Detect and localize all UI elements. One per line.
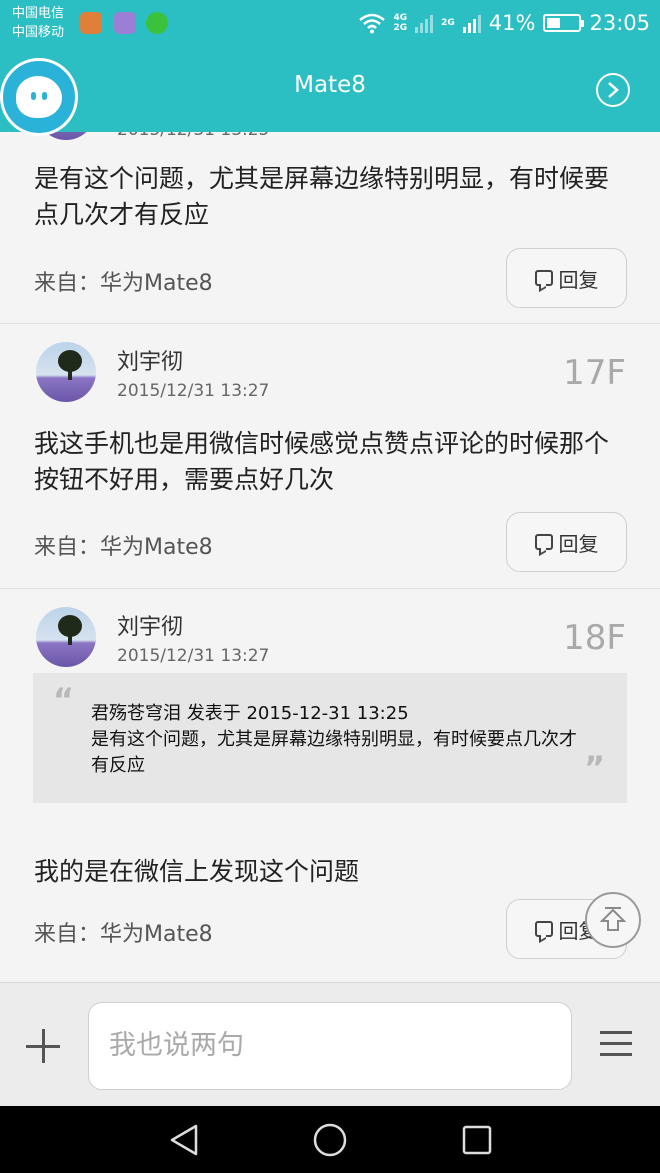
- carrier-1: 中国电信: [12, 6, 65, 21]
- battery-percent: 41%: [488, 11, 536, 35]
- floor-number: 17F: [563, 353, 626, 393]
- page-title: Mate8: [294, 72, 366, 98]
- system-nav-bar: [0, 1106, 660, 1173]
- quote-text: 是有这个问题，尤其是屏幕边缘特别明显，有时候要点几次才有反应: [91, 729, 577, 776]
- carrier-2: 中国移动: [12, 25, 65, 40]
- username[interactable]: 刘宇彻: [117, 609, 183, 641]
- recents-icon[interactable]: [457, 1120, 497, 1160]
- reply-button[interactable]: 回复: [506, 512, 627, 572]
- post-date: 2015/12/31 13:25: [117, 132, 269, 140]
- back-icon[interactable]: [164, 1120, 204, 1160]
- post-item: 刘宇彻 2015/12/31 13:27 17F 我这手机也是用微信时候感觉点赞…: [0, 324, 660, 589]
- plus-icon[interactable]: [26, 1029, 60, 1063]
- thread-content[interactable]: 2015/12/31 13:25 是有这个问题，尤其是屏幕边缘特别明显，有时候要…: [0, 132, 660, 982]
- network-type-1: 4G 2G: [393, 13, 408, 33]
- signal-icon-2: [462, 13, 481, 33]
- home-icon[interactable]: [310, 1120, 350, 1160]
- post-text: 我这手机也是用微信时候感觉点赞点评论的时候那个按钮不好用，需要点好几次: [34, 429, 610, 494]
- battery-icon: [543, 14, 585, 32]
- floor-number: 18F: [563, 618, 626, 658]
- clock: 23:05: [589, 11, 650, 35]
- network-type-2: 2G: [441, 18, 455, 28]
- post-source: 来自：华为Mate8: [34, 535, 213, 560]
- post-date: 2015/12/31 13:27: [117, 646, 270, 666]
- post-item: 2015/12/31 13:25 是有这个问题，尤其是屏幕边缘特别明显，有时候要…: [0, 132, 660, 324]
- reply-bubble-icon: [534, 270, 553, 286]
- quote-block: “ 君殇苍穹泪 发表于 2015-12-31 13:25 是有这个问题，尤其是屏…: [33, 673, 627, 803]
- avatar[interactable]: [36, 342, 96, 402]
- menu-icon[interactable]: [600, 1031, 632, 1057]
- reply-bubble-icon: [534, 534, 553, 550]
- username[interactable]: 刘宇彻: [117, 344, 183, 376]
- app-logo-icon[interactable]: [0, 58, 78, 136]
- post-source: 来自：华为Mate8: [34, 271, 213, 296]
- reply-label: 回复: [558, 267, 599, 292]
- wechat-icon: [146, 12, 168, 34]
- reply-label: 回复: [558, 531, 599, 556]
- status-right: 4G 2G 2G 41% 23:05: [359, 8, 650, 38]
- notification-app-icon: [114, 12, 136, 34]
- quote-header: 君殇苍穹泪 发表于 2015-12-31 13:25: [91, 703, 409, 724]
- status-bar: 中国电信 中国移动 4G 2G 2G 41% 23:05: [0, 0, 660, 46]
- next-circle-icon[interactable]: [596, 73, 630, 107]
- quote-content: 君殇苍穹泪 发表于 2015-12-31 13:25 是有这个问题，尤其是屏幕边…: [91, 701, 581, 779]
- close-quote-icon: ”: [583, 749, 605, 787]
- app-header: Mate8: [0, 46, 660, 136]
- signal-icon-1: [415, 13, 434, 33]
- post-item: 刘宇彻 2015/12/31 13:27 18F “ 君殇苍穹泪 发表于 201…: [0, 589, 660, 982]
- reply-button[interactable]: 回复: [506, 248, 627, 308]
- avatar[interactable]: [36, 607, 96, 667]
- notification-app-icon: [80, 12, 102, 34]
- comment-bar: 我也说两句: [0, 982, 660, 1106]
- post-text: 是有这个问题，尤其是屏幕边缘特别明显，有时候要点几次才有反应: [34, 164, 610, 229]
- scroll-top-icon[interactable]: [585, 892, 641, 948]
- reply-bubble-icon: [534, 921, 553, 937]
- wifi-icon: [359, 13, 386, 34]
- open-quote-icon: “: [53, 681, 75, 719]
- comment-input[interactable]: 我也说两句: [88, 1002, 572, 1090]
- post-text: 我的是在微信上发现这个问题: [34, 857, 360, 886]
- post-date: 2015/12/31 13:27: [117, 381, 270, 401]
- carrier-info: 中国电信 中国移动: [12, 4, 64, 42]
- post-source: 来自：华为Mate8: [34, 922, 213, 947]
